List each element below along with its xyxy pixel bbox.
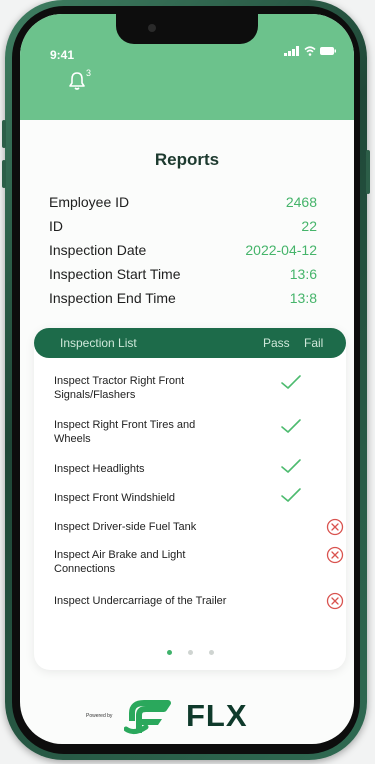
check-icon [281,419,301,433]
column-header-fail: Fail [304,336,324,350]
brand-name: FLX [186,698,248,733]
wifi-icon [304,46,316,56]
inspection-item-text: Inspect Undercarriage of the Trailer [54,595,227,607]
status-time: 9:41 [50,48,75,62]
info-row-end-time: Inspection End Time 13:8 [49,286,317,310]
inspection-item-text: Inspect Driver-side Fuel Tank [54,521,197,533]
footer-branding: Powered by FLX [20,674,354,744]
info-label: Inspection Date [49,242,147,258]
inspection-item-text: Inspect Air Brake and Light Connections [54,549,186,575]
inspection-list-card: Inspection List Pass Fail Inspect Tracto… [34,328,346,670]
battery-icon [320,47,336,55]
inspection-list-header: Inspection List Pass Fail [34,328,346,358]
fail-icon [326,518,344,536]
page-title: Reports [154,150,220,169]
info-value: 13:8 [289,290,317,306]
fail-icon [326,546,344,564]
inspection-item-text: Inspect Tractor Right Front Signals/Flas… [54,375,185,401]
info-value: 2468 [285,194,317,210]
signal-icon [284,46,299,56]
status-icons [284,46,336,56]
column-header-pass: Pass [263,336,290,350]
page-dot-2[interactable] [187,650,193,655]
check-icon [281,459,301,473]
volume-down-button [2,160,6,188]
pagination-dots [34,650,346,655]
page-dot-3[interactable] [208,650,214,655]
report-info: Employee ID 2468 ID 22 Inspection Date 2… [49,190,317,310]
info-row-id: ID 22 [49,214,317,238]
app-screen: 9:41 3 Reports Employee ID 2468 ID 22 In… [20,14,354,744]
notification-count: 3 [86,68,92,78]
info-label: Inspection End Time [49,290,176,306]
camera [148,24,156,32]
notch [116,14,258,44]
info-row-inspection-date: Inspection Date 2022-04-12 [49,238,317,262]
info-value: 13:6 [289,266,317,282]
info-value: 2022-04-12 [245,242,317,258]
column-header-inspection: Inspection List [60,336,137,350]
info-label: ID [49,218,63,234]
powered-by-label: Powered by [86,713,113,719]
info-row-start-time: Inspection Start Time 13:6 [49,262,317,286]
power-button [366,150,370,194]
fail-icon [326,592,344,610]
bell-icon[interactable] [68,71,86,91]
info-value: 22 [301,218,317,234]
page-dot-1[interactable] [166,650,172,655]
inspection-item-text: Inspect Front Windshield [54,492,176,504]
info-label: Inspection Start Time [49,266,181,282]
volume-up-button [2,120,6,148]
check-icon [281,488,301,502]
inspection-item-text: Inspect Right Front Tires and Wheels [54,419,196,445]
inspection-item-text: Inspect Headlights [54,463,145,475]
flx-logo-icon [124,700,171,735]
info-label: Employee ID [49,194,130,210]
check-icon [281,375,301,389]
info-row-employee-id: Employee ID 2468 [49,190,317,214]
